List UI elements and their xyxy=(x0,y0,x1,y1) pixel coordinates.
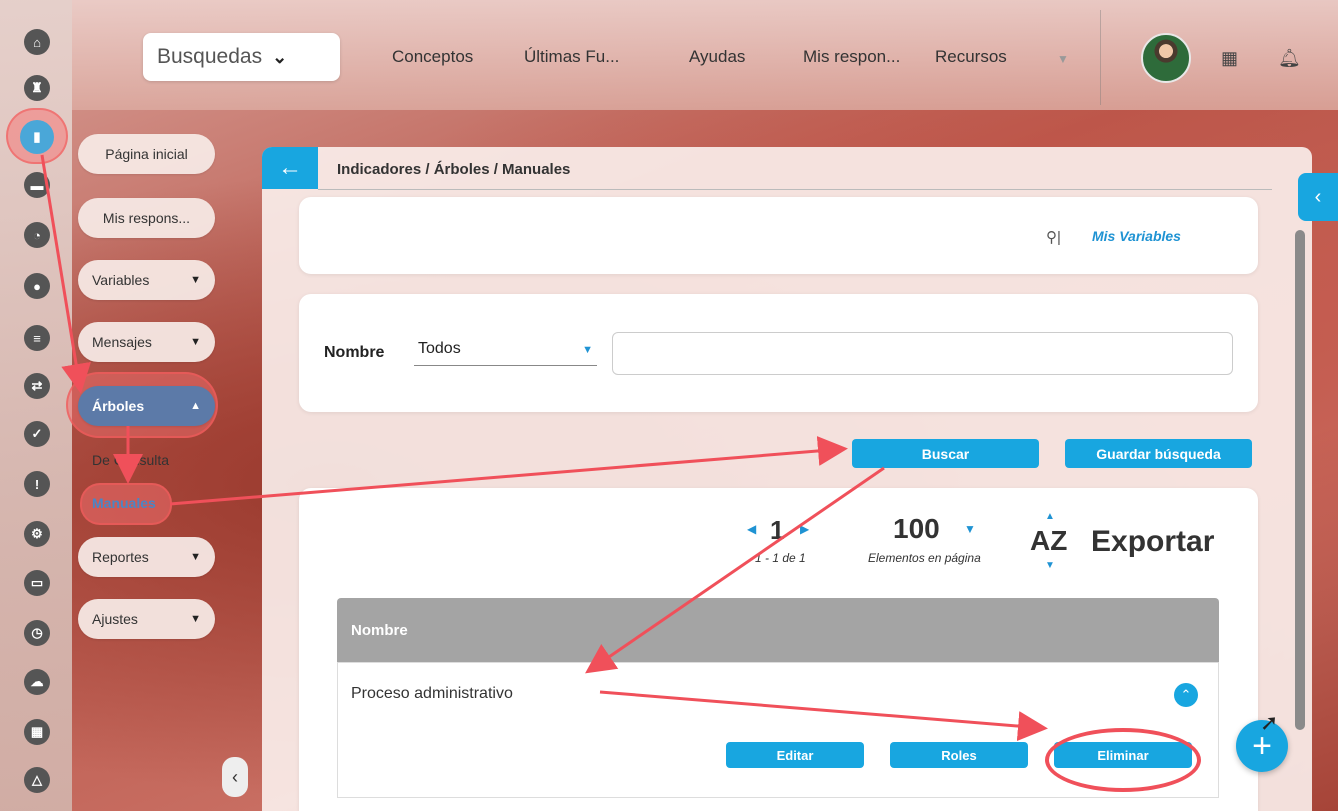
presentation-icon[interactable]: ▭ xyxy=(24,570,50,596)
filter-label: Nombre xyxy=(324,344,385,361)
save-search-button[interactable]: Guardar búsqueda xyxy=(1065,439,1252,468)
sort-up-icon[interactable]: ▲ xyxy=(1045,511,1055,522)
sidebar-subitem-manuales[interactable]: Manuales xyxy=(92,495,156,511)
caret-up-icon: ▲ xyxy=(190,400,201,412)
warning-icon[interactable]: ! xyxy=(24,471,50,497)
home-icon[interactable]: ⌂ xyxy=(24,29,50,55)
divider xyxy=(318,189,1272,190)
sort-button[interactable]: AZ xyxy=(1030,525,1067,557)
calendar-icon[interactable]: ▦ xyxy=(24,719,50,745)
pie-chart-icon[interactable]: ◔ xyxy=(24,222,50,248)
sidebar-item-reportes[interactable]: Reportes ▼ xyxy=(78,537,215,577)
table-header: Nombre xyxy=(337,598,1219,662)
row-name: Proceso administrativo xyxy=(351,685,513,702)
sidebar-item-label: Variables xyxy=(92,272,150,288)
sidebar-item-label: Reportes xyxy=(92,549,149,565)
roles-button[interactable]: Roles xyxy=(890,742,1028,768)
edit-button[interactable]: Editar xyxy=(726,742,864,768)
mouse-cursor-icon: ➚ xyxy=(1260,710,1279,735)
page-range: 1 - 1 de 1 xyxy=(755,551,806,565)
per-page-label: Elementos en página xyxy=(868,551,981,565)
annotation-highlight xyxy=(1045,728,1201,792)
sidebar-item-arboles[interactable]: Árboles ▲ xyxy=(78,386,215,426)
clock-icon[interactable]: ◷ xyxy=(24,620,50,646)
prev-page-icon[interactable]: ◀ xyxy=(747,522,756,536)
transfer-icon[interactable]: ⇄ xyxy=(24,373,50,399)
back-arrow-icon[interactable]: ← xyxy=(262,147,318,189)
caret-down-icon: ▼ xyxy=(582,344,593,356)
caret-down-icon[interactable]: ▼ xyxy=(964,522,976,536)
caret-down-icon: ▼ xyxy=(190,274,201,286)
sidebar-item-ajustes[interactable]: Ajustes ▼ xyxy=(78,599,215,639)
nav-ultimas[interactable]: Últimas Fu... xyxy=(524,47,619,67)
network-icon[interactable]: △ xyxy=(24,767,50,793)
tower-icon[interactable]: ♜ xyxy=(24,75,50,101)
calendar-icon[interactable]: ▦ xyxy=(1221,48,1238,69)
sidebar-item-mis-responsabilidades[interactable]: Mis respons... xyxy=(78,198,215,238)
search-button[interactable]: Buscar xyxy=(852,439,1039,468)
mis-variables-link[interactable]: Mis Variables xyxy=(1092,228,1181,244)
name-filter-select[interactable]: Todos ▼ xyxy=(414,340,597,366)
bell-icon[interactable]: 🔔︎ xyxy=(1278,48,1301,69)
shield-icon[interactable]: ● xyxy=(24,273,50,299)
sidebar-subitem-de-consulta[interactable]: De Consulta xyxy=(92,452,169,468)
collapse-sidebar-button[interactable]: ‹ xyxy=(222,757,248,797)
breadcrumb: Indicadores / Árboles / Manuales xyxy=(337,161,571,178)
filter-select-value: Todos xyxy=(418,340,461,357)
cloud-icon[interactable]: ☁ xyxy=(24,669,50,695)
sidebar-item-label: Árboles xyxy=(92,398,145,414)
caret-down-icon: ▼ xyxy=(190,613,201,625)
nav-mis-responsabilidades[interactable]: Mis respon... xyxy=(803,47,900,67)
sidebar-item-label: Mis respons... xyxy=(102,210,191,226)
check-icon[interactable]: ✓ xyxy=(24,421,50,447)
sidebar-item-mensajes[interactable]: Mensajes ▼ xyxy=(78,322,215,362)
per-page-select[interactable]: 100 xyxy=(893,513,940,545)
caret-down-icon: ▼ xyxy=(190,336,201,348)
search-user-icon: ⚲| xyxy=(1046,229,1061,246)
collapse-row-icon[interactable]: ⌃ xyxy=(1174,683,1198,707)
sidebar-item-label: Mensajes xyxy=(92,334,152,350)
sort-down-icon[interactable]: ▼ xyxy=(1045,560,1055,571)
sidebar-item-pagina-inicial[interactable]: Página inicial xyxy=(78,134,215,174)
sidebar-item-label: Página inicial xyxy=(105,146,188,162)
monitor-icon[interactable]: ▬ xyxy=(24,172,50,198)
expand-panel-tab[interactable]: ‹ xyxy=(1298,173,1338,221)
sidebar-item-variables[interactable]: Variables ▼ xyxy=(78,260,215,300)
nav-conceptos[interactable]: Conceptos xyxy=(392,47,473,67)
more-caret-icon[interactable]: ▼ xyxy=(1057,52,1069,66)
search-input[interactable] xyxy=(612,332,1233,375)
next-page-icon[interactable]: ▶ xyxy=(800,522,809,536)
column-header-nombre: Nombre xyxy=(351,621,408,639)
export-button[interactable]: Exportar xyxy=(1091,525,1214,559)
avatar[interactable] xyxy=(1141,33,1191,83)
nav-recursos[interactable]: Recursos xyxy=(935,47,1007,67)
nav-ayudas[interactable]: Ayudas xyxy=(689,47,745,67)
search-dropdown-label: Busquedas xyxy=(157,45,263,68)
page-number: 1 xyxy=(770,515,785,545)
scrollbar[interactable] xyxy=(1295,230,1305,730)
chevron-down-icon: ⌄ xyxy=(272,46,288,67)
gears-icon[interactable]: ⚙ xyxy=(24,521,50,547)
document-icon[interactable]: ≡ xyxy=(24,325,50,351)
secondary-sidebar: Página inicial Mis respons... Variables … xyxy=(66,110,222,811)
sidebar-item-label: Ajustes xyxy=(92,611,138,627)
chart-icon[interactable]: ▮ xyxy=(20,120,54,154)
caret-down-icon: ▼ xyxy=(190,551,201,563)
search-dropdown[interactable]: Busquedas ⌄ xyxy=(143,33,340,81)
divider xyxy=(1100,10,1101,105)
